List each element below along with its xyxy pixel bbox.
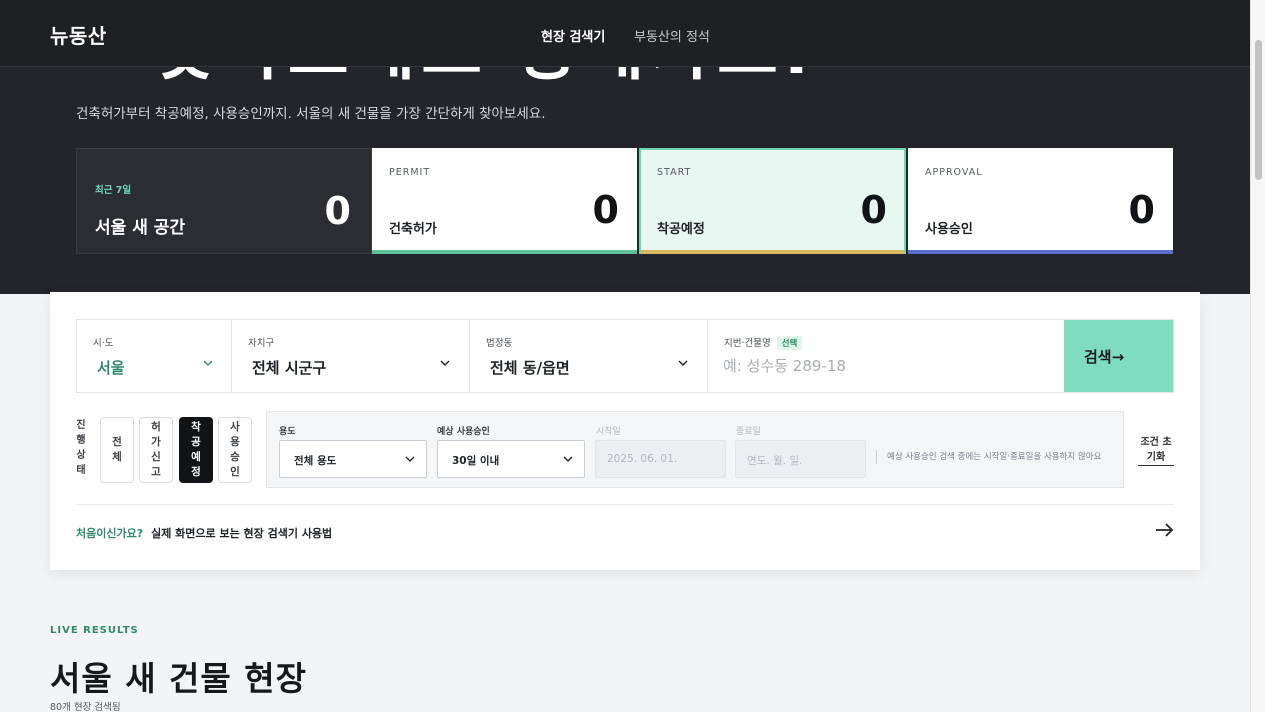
status-all-button[interactable]: 전체	[100, 417, 134, 483]
address-input[interactable]	[723, 355, 1043, 377]
approval-eng-label: APPROVAL	[925, 167, 983, 178]
approval-color-bar	[908, 250, 1173, 254]
approval-period-label: 예상 사용승인	[437, 427, 490, 437]
status-start-button[interactable]: 착공예정	[179, 417, 213, 483]
status-approval-button[interactable]: 사용승인	[218, 417, 252, 483]
optional-badge: 선택	[776, 336, 803, 350]
gu-select[interactable]: 자치구 전체 시군구	[232, 320, 470, 392]
stat-summary-card: 최근 7일 서울 새 공간 0	[76, 148, 372, 254]
approval-count: 0	[1128, 188, 1155, 232]
gu-label: 자치구	[248, 338, 275, 349]
stat-approval-card[interactable]: APPROVAL 사용승인 0	[908, 148, 1173, 254]
scrollbar-thumb[interactable]	[1255, 40, 1262, 180]
search-row: 시·도 서울 자치구 전체 시군구 법정동 전체 동/읍면 지번·건물명선택 검…	[76, 319, 1174, 393]
filter-note: 예상 사용승인 검색 중에는 시작일·종료일을 사용하지 않아요	[876, 450, 1101, 464]
permit-eng-label: PERMIT	[389, 167, 431, 178]
guide-question: 처음이신가요?	[76, 527, 144, 540]
sido-select[interactable]: 시·도 서울	[77, 320, 232, 392]
permit-label: 건축허가	[389, 222, 437, 237]
dong-label: 법정동	[486, 338, 513, 349]
live-results-eyebrow: LIVE RESULTS	[50, 625, 139, 636]
status-label: 진행상태	[76, 420, 86, 476]
end-date-label: 종료일	[736, 427, 761, 437]
start-date-label: 시작일	[596, 427, 621, 437]
permit-color-bar	[372, 250, 637, 254]
arrow-right-icon[interactable]	[1154, 520, 1176, 540]
sido-value: 서울	[97, 359, 125, 377]
end-date-input[interactable]: 연도. 월. 일.	[735, 440, 866, 478]
end-date-value: 연도. 월. 일.	[747, 455, 803, 467]
top-nav: 뉴동산 현장 검색기 부동산의 정석	[0, 0, 1250, 67]
results-title: 서울 새 건물 현장	[50, 659, 307, 698]
stat-start-card[interactable]: START 착공예정 0	[639, 148, 906, 254]
start-label: 착공예정	[657, 222, 705, 237]
nav-link-realestate-guide[interactable]: 부동산의 정석	[634, 26, 710, 45]
address-field: 지번·건물명 선택	[708, 320, 1064, 392]
guide-text: 실제 화면으로 보는 현장 검색기 사용법	[151, 527, 333, 540]
page-scrollbar[interactable]	[1250, 0, 1265, 712]
chevron-down-icon	[405, 456, 415, 462]
summary-title: 서울 새 공간	[95, 218, 186, 238]
search-button[interactable]: 검색→	[1064, 320, 1173, 392]
chevron-down-icon	[563, 456, 573, 462]
dong-value: 전체 동/읍면	[490, 359, 570, 377]
chevron-down-icon	[440, 360, 450, 366]
approval-period-value: 30일 이내	[452, 455, 500, 467]
results-count: 80개 현장 검색됨	[50, 702, 121, 712]
search-panel: 시·도 서울 자치구 전체 시군구 법정동 전체 동/읍면 지번·건물명선택 검…	[50, 292, 1200, 570]
status-permit-button[interactable]: 허가신고	[139, 417, 173, 483]
hero-subtitle: 건축허가부터 착공예정, 사용승인까지. 서울의 새 건물을 가장 간단하게 찾…	[76, 106, 546, 122]
usage-label: 용도	[279, 427, 296, 437]
chevron-down-icon	[203, 360, 213, 366]
usage-select[interactable]: 전체 용도	[279, 440, 427, 478]
dong-select[interactable]: 법정동 전체 동/읍면	[470, 320, 708, 392]
gu-value: 전체 시군구	[252, 359, 327, 377]
usage-value: 전체 용도	[294, 455, 337, 467]
logo[interactable]: 뉴동산	[50, 20, 107, 49]
divider	[76, 504, 1174, 505]
address-label: 지번·건물명 선택	[724, 335, 803, 350]
stat-permit-card[interactable]: PERMIT 건축허가 0	[372, 148, 637, 254]
start-color-bar	[641, 250, 904, 254]
nav-link-site-search[interactable]: 현장 검색기	[541, 26, 605, 45]
start-date-input[interactable]: 2025. 06. 01.	[595, 440, 726, 478]
approval-period-select[interactable]: 30일 이내	[437, 440, 585, 478]
start-eng-label: START	[657, 167, 692, 178]
recent-badge: 최근 7일	[95, 185, 132, 196]
start-date-value: 2025. 06. 01.	[607, 453, 678, 465]
filter-box: 용도 전체 용도 예상 사용승인 30일 이내 시작일 2025. 06. 01…	[266, 411, 1124, 488]
approval-label: 사용승인	[925, 222, 973, 237]
start-count: 0	[860, 188, 887, 232]
reset-filters-button[interactable]: 조건 초기화	[1138, 435, 1174, 466]
summary-count: 0	[324, 189, 351, 233]
sido-label: 시·도	[93, 338, 114, 349]
permit-count: 0	[592, 188, 619, 232]
chevron-down-icon	[678, 360, 688, 366]
guide-link[interactable]: 처음이신가요? 실제 화면으로 보는 현장 검색기 사용법	[76, 525, 332, 541]
